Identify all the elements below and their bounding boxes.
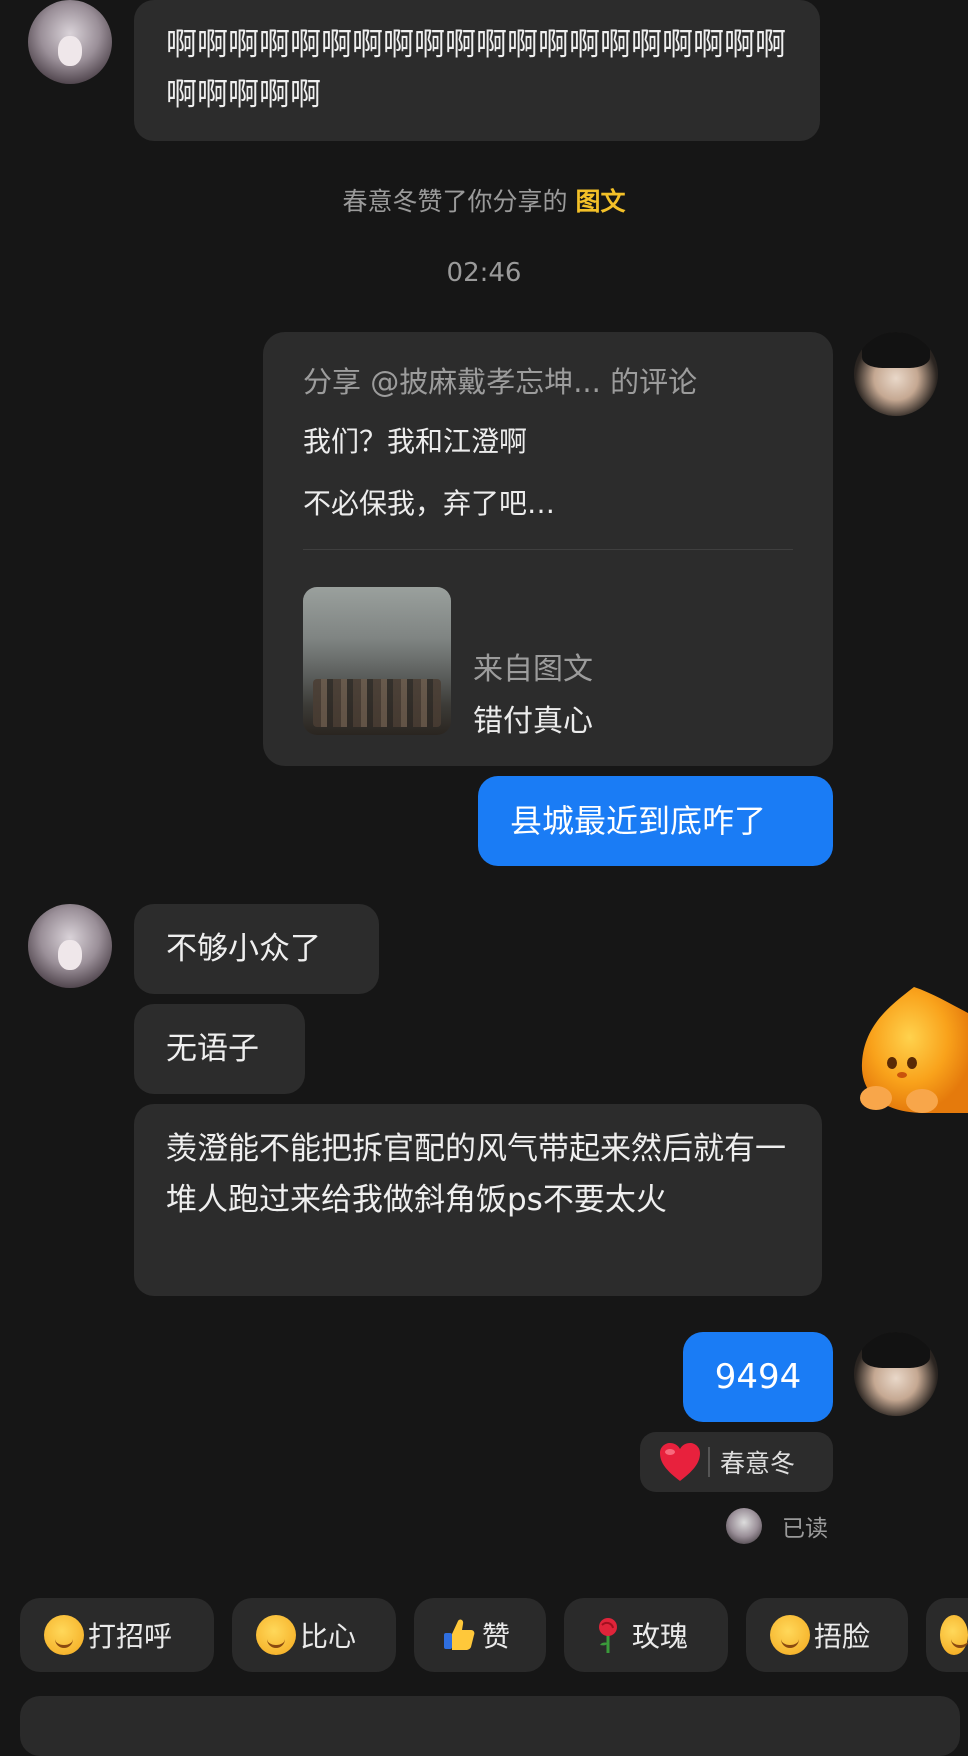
quick-reply-label: 比心 (300, 1620, 357, 1653)
my-avatar[interactable] (854, 1332, 938, 1416)
outgoing-message-bubble[interactable]: 9494 (683, 1332, 833, 1422)
contact-avatar[interactable] (28, 0, 112, 84)
shared-post-link[interactable]: 图文 (575, 187, 625, 216)
my-avatar[interactable] (854, 332, 938, 416)
quick-reply-label: 捂脸 (814, 1620, 871, 1653)
quick-reply-label: 打招呼 (88, 1620, 173, 1653)
incoming-message-bubble[interactable]: 啊啊啊啊啊啊啊啊啊啊啊啊啊啊啊啊啊啊啊啊啊啊啊啊啊 (134, 0, 820, 141)
quick-reply-heart[interactable]: 比心 (232, 1598, 396, 1672)
reaction-separator (708, 1447, 710, 1477)
message-text: 羡澄能不能把拆官配的风气带起来然后就有一堆人跑过来给我做斜角饭ps不要太火 (166, 1131, 786, 1218)
emoji-icon (940, 1615, 968, 1655)
share-card-title: 分享 @披麻戴孝忘坤... 的评论 (303, 365, 698, 399)
incoming-message-bubble[interactable]: 不够小众了 (134, 904, 379, 994)
quick-reply-more[interactable] (926, 1598, 968, 1672)
reader-avatar (726, 1508, 762, 1544)
heart-hands-icon (256, 1615, 296, 1655)
quick-reply-label: 赞 (482, 1620, 511, 1653)
read-receipt: 已读 (726, 1508, 828, 1544)
facepalm-icon (770, 1615, 810, 1655)
thumbs-up-icon (438, 1615, 478, 1655)
outgoing-message-bubble[interactable]: 县城最近到底咋了 (478, 776, 833, 866)
floating-mascot-icon[interactable] (854, 983, 968, 1123)
message-text: 不够小众了 (166, 931, 321, 967)
post-thumbnail[interactable] (303, 587, 451, 735)
read-status-text: 已读 (782, 1516, 828, 1542)
quick-reply-rose[interactable]: 玫瑰 (564, 1598, 728, 1672)
system-notice-text: 春意冬赞了你分享的 (342, 187, 568, 216)
message-input-bar[interactable] (20, 1696, 960, 1756)
share-card-line-2: 不必保我，弃了吧… (303, 487, 556, 520)
system-like-notice: 春意冬赞了你分享的 图文 (0, 182, 968, 218)
share-card-line-1: 我们？我和江澄啊 (303, 425, 528, 458)
quick-reply-greet[interactable]: 打招呼 (20, 1598, 214, 1672)
rose-icon (588, 1615, 628, 1655)
source-title: 错付真心 (473, 704, 593, 739)
contact-avatar[interactable] (28, 904, 112, 988)
message-text: 9494 (714, 1357, 802, 1397)
message-text: 啊啊啊啊啊啊啊啊啊啊啊啊啊啊啊啊啊啊啊啊啊啊啊啊啊 (166, 27, 786, 113)
quick-reply-facepalm[interactable]: 捂脸 (746, 1598, 908, 1672)
smile-wave-icon (44, 1615, 84, 1655)
quick-reply-like[interactable]: 赞 (414, 1598, 546, 1672)
share-card-divider (303, 549, 793, 550)
shared-comment-card[interactable]: 分享 @披麻戴孝忘坤... 的评论 我们？我和江澄啊 不必保我，弃了吧… 来自图… (263, 332, 833, 766)
heart-reaction-icon (658, 1441, 700, 1483)
incoming-message-bubble[interactable]: 无语子 (134, 1004, 305, 1094)
message-reaction[interactable]: 春意冬 (640, 1432, 833, 1492)
quick-reply-label: 玫瑰 (632, 1620, 689, 1653)
message-text: 县城最近到底咋了 (510, 802, 767, 840)
reaction-user-name: 春意冬 (720, 1449, 796, 1478)
message-text: 无语子 (166, 1031, 259, 1067)
source-label: 来自图文 (473, 652, 593, 687)
incoming-message-bubble[interactable]: 羡澄能不能把拆官配的风气带起来然后就有一堆人跑过来给我做斜角饭ps不要太火 (134, 1104, 822, 1296)
message-timestamp: 02:46 (446, 258, 522, 288)
